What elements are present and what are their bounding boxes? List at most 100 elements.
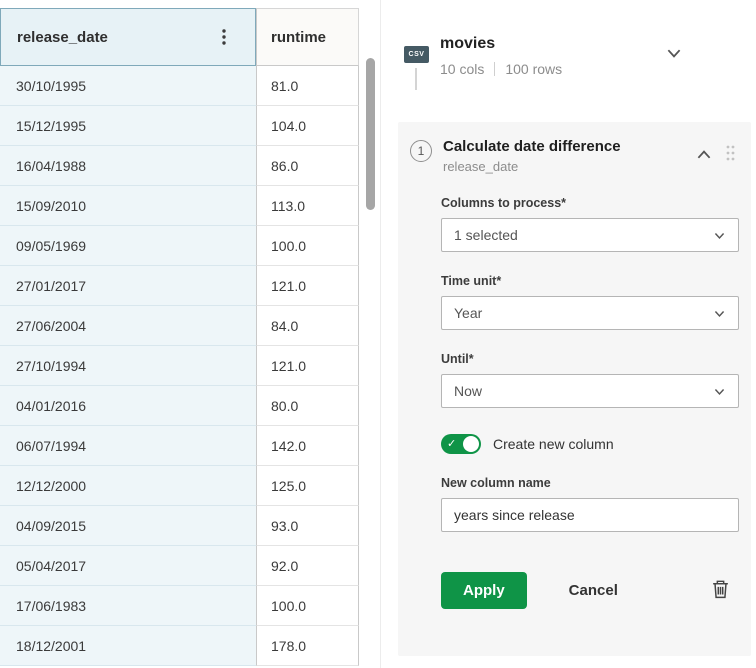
runtime-cell[interactable]: 104.0 [256,106,359,146]
runtime-cell[interactable]: 121.0 [256,346,359,386]
meta-divider [494,62,495,76]
column-header-label: runtime [271,29,326,46]
table-row: 04/09/2015 93.0 [0,506,380,546]
until-select[interactable]: Now [441,374,739,408]
columns-to-process-select[interactable]: 1 selected [441,218,739,252]
chevron-down-icon [713,229,726,242]
release-date-cell[interactable]: 12/12/2000 [0,466,256,506]
create-new-column-toggle[interactable]: ✓ [441,434,481,454]
table-row: 12/12/2000 125.0 [0,466,380,506]
release-date-cell[interactable]: 06/07/1994 [0,426,256,466]
runtime-cell[interactable]: 142.0 [256,426,359,466]
table-header-row: release_date runtime [0,8,380,66]
vertical-scrollbar-thumb[interactable] [366,58,375,210]
field-label: Until* [441,352,739,366]
table-row: 09/05/1969 100.0 [0,226,380,266]
dataset-expand-button[interactable] [663,42,685,67]
preparation-panel: CSV movies 10 cols 100 rows 1 Calculate … [382,0,756,668]
select-value: Now [454,383,482,399]
table-row: 16/04/1988 86.0 [0,146,380,186]
runtime-cell[interactable]: 80.0 [256,386,359,426]
release-date-cell[interactable]: 27/01/2017 [0,266,256,306]
dataset-name: movies [440,35,495,53]
release-date-cell[interactable]: 27/06/2004 [0,306,256,346]
step-card-header: 1 Calculate date difference release_date [410,138,739,174]
runtime-cell[interactable]: 100.0 [256,226,359,266]
table-row: 27/01/2017 121.0 [0,266,380,306]
delete-step-button[interactable] [710,577,731,604]
time-unit-field: Time unit* Year [441,274,739,330]
table-row: 30/10/1995 81.0 [0,66,380,106]
release-date-cell[interactable]: 18/12/2001 [0,626,256,666]
column-header-release-date[interactable]: release_date [0,8,256,66]
column-header-label: release_date [17,29,108,46]
release-date-cell[interactable]: 30/10/1995 [0,66,256,106]
release-date-cell[interactable]: 16/04/1988 [0,146,256,186]
release-date-cell[interactable]: 05/04/2017 [0,546,256,586]
chevron-down-icon [665,44,683,62]
step-form: Columns to process* 1 selected Time unit… [441,196,739,609]
select-value: 1 selected [454,227,518,243]
runtime-cell[interactable]: 178.0 [256,626,359,666]
release-date-cell[interactable]: 04/09/2015 [0,506,256,546]
release-date-cell[interactable]: 17/06/1983 [0,586,256,626]
step-connector-line [415,68,417,90]
step-subtitle: release_date [443,159,621,174]
release-date-cell[interactable]: 15/09/2010 [0,186,256,226]
table-row: 27/10/1994 121.0 [0,346,380,386]
dataset-rows-count: 100 rows [505,61,562,77]
table-body: 30/10/1995 81.0 15/12/1995 104.0 16/04/1… [0,66,380,666]
runtime-cell[interactable]: 113.0 [256,186,359,226]
step-number-badge: 1 [410,140,432,162]
new-column-name-input[interactable] [441,498,739,532]
chevron-down-icon [713,307,726,320]
toggle-label: Create new column [493,436,614,452]
runtime-cell[interactable]: 92.0 [256,546,359,586]
table-row: 04/01/2016 80.0 [0,386,380,426]
table-row: 15/09/2010 113.0 [0,186,380,226]
runtime-cell[interactable]: 81.0 [256,66,359,106]
runtime-cell[interactable]: 121.0 [256,266,359,306]
time-unit-select[interactable]: Year [441,296,739,330]
apply-button[interactable]: Apply [441,572,527,609]
check-icon: ✓ [447,436,456,452]
chevron-down-icon [713,385,726,398]
cancel-button[interactable]: Cancel [569,582,618,599]
table-row: 18/12/2001 178.0 [0,626,380,666]
toggle-knob [463,436,479,452]
release-date-cell[interactable]: 27/10/1994 [0,346,256,386]
until-field: Until* Now [441,352,739,408]
runtime-cell[interactable]: 86.0 [256,146,359,186]
release-date-cell[interactable]: 04/01/2016 [0,386,256,426]
drag-handle[interactable] [723,142,737,167]
create-new-column-row: ✓ Create new column [441,434,739,454]
data-grid: release_date runtime 30/10/1995 81.0 15/… [0,0,381,668]
data-prep-app: release_date runtime 30/10/1995 81.0 15/… [0,0,756,668]
table-row: 15/12/1995 104.0 [0,106,380,146]
runtime-cell[interactable]: 100.0 [256,586,359,626]
column-menu-button[interactable] [219,25,229,49]
collapse-step-button[interactable] [693,144,715,169]
column-header-runtime[interactable]: runtime [256,8,359,66]
trash-icon [712,579,729,599]
table-row: 27/06/2004 84.0 [0,306,380,346]
runtime-cell[interactable]: 125.0 [256,466,359,506]
dataset-meta: 10 cols 100 rows [440,61,562,77]
step-actions: Apply Cancel [441,572,739,609]
release-date-cell[interactable]: 15/12/1995 [0,106,256,146]
columns-to-process-field: Columns to process* 1 selected [441,196,739,252]
drag-dots-icon [725,144,735,162]
step-title: Calculate date difference [443,138,621,155]
csv-file-icon: CSV [404,46,429,63]
dataset-cols-count: 10 cols [440,61,484,77]
select-value: Year [454,305,482,321]
step-title-block: Calculate date difference release_date [443,138,621,174]
runtime-cell[interactable]: 84.0 [256,306,359,346]
table-row: 05/04/2017 92.0 [0,546,380,586]
release-date-cell[interactable]: 09/05/1969 [0,226,256,266]
field-label: New column name [441,476,739,490]
table-row: 06/07/1994 142.0 [0,426,380,466]
chevron-up-icon [695,146,713,164]
runtime-cell[interactable]: 93.0 [256,506,359,546]
new-column-name-field: New column name [441,476,739,532]
